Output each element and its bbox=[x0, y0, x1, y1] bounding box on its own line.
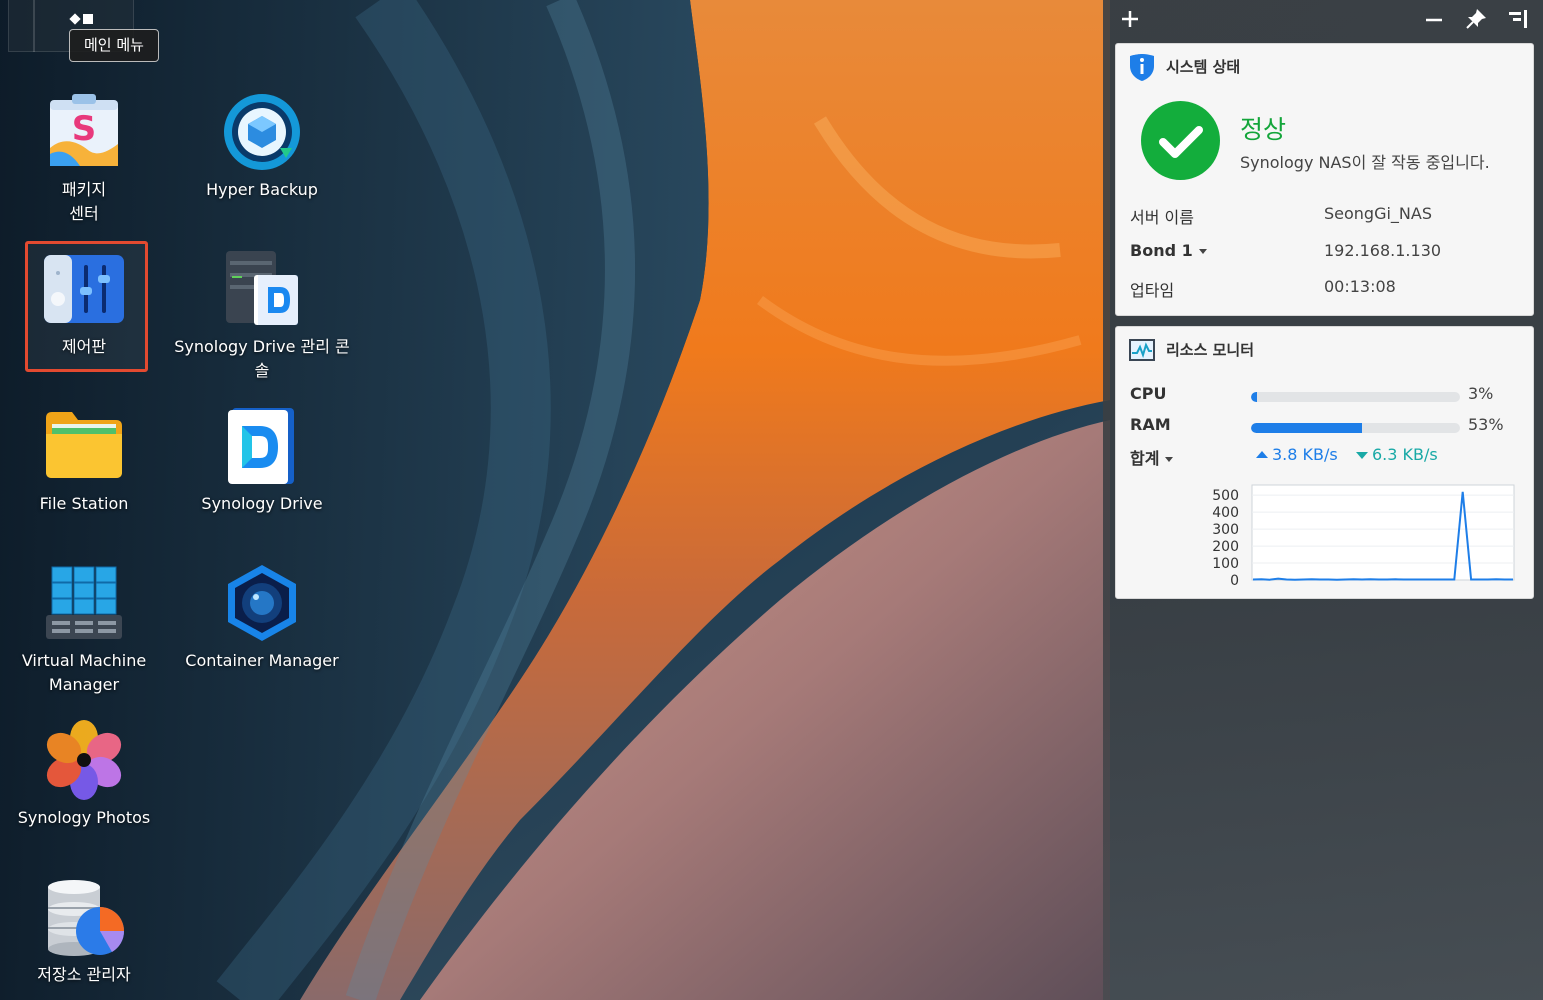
chart-y-tick-label: 400 bbox=[1212, 505, 1239, 521]
desktop-icon-label: Synology Drive bbox=[201, 494, 323, 513]
ram-usage-row: RAM 53% bbox=[1130, 415, 1530, 439]
desktop-icon-control-panel[interactable]: 제어판 bbox=[0, 249, 173, 369]
resource-monitor-widget: 리소스 모니터 CPU 3% RAM 53% 합계 3.8 KB/s 6.3 K… bbox=[1115, 326, 1534, 599]
resource-monitor-icon bbox=[1129, 339, 1155, 361]
system-status-title: 시스템 상태 bbox=[1166, 58, 1241, 76]
status-description: Synology NAS이 잘 작동 중입니다. bbox=[1240, 153, 1490, 172]
control-panel-icon bbox=[44, 255, 124, 323]
info-value: 00:13:08 bbox=[1324, 277, 1396, 296]
info-key: 업타임 bbox=[1130, 281, 1175, 300]
package-center-icon: S bbox=[50, 94, 118, 166]
chart-y-tick-label: 0 bbox=[1230, 573, 1239, 589]
cpu-usage-fill bbox=[1251, 392, 1258, 402]
network-label: 합계 bbox=[1130, 449, 1160, 468]
download-arrow-icon bbox=[1356, 452, 1368, 459]
cpu-usage-row: CPU 3% bbox=[1130, 384, 1530, 408]
file-station-icon bbox=[46, 412, 122, 478]
resource-monitor-title: 리소스 모니터 bbox=[1166, 341, 1255, 359]
network-row: 합계 3.8 KB/s 6.3 KB/s bbox=[1130, 445, 1530, 469]
upload-value: 3.8 KB/s bbox=[1272, 445, 1338, 464]
network-selector-dropdown[interactable]: 합계 bbox=[1130, 445, 1174, 469]
info-shield-icon bbox=[1130, 54, 1154, 81]
desktop-icon-vm-manager[interactable]: Virtual Machine Manager bbox=[0, 563, 173, 703]
desktop-icon-label: 패키지 센터 bbox=[61, 180, 107, 223]
info-key: 서버 이름 bbox=[1130, 208, 1194, 227]
main-menu-icon[interactable] bbox=[68, 12, 96, 28]
desktop-icon-hyper-backup[interactable]: Hyper Backup bbox=[173, 92, 351, 212]
desktop-icon-label: Container Manager bbox=[185, 651, 339, 670]
hyper-backup-icon bbox=[224, 94, 300, 170]
cpu-percent: 3% bbox=[1468, 384, 1494, 403]
pin-icon[interactable] bbox=[1463, 6, 1489, 32]
main-menu-tooltip: 메인 메뉴 bbox=[69, 29, 159, 62]
network-traffic-chart: 5004003002001000 bbox=[1212, 484, 1515, 589]
chart-y-tick-label: 300 bbox=[1212, 522, 1239, 538]
info-value: 192.168.1.130 bbox=[1324, 241, 1442, 260]
status-ok-icon bbox=[1141, 101, 1220, 180]
chart-plot-area bbox=[1251, 484, 1515, 581]
caret-down-icon bbox=[1198, 249, 1207, 254]
desktop-icon-label: Synology Drive 관리 콘솔 bbox=[174, 337, 350, 380]
checkmark-icon bbox=[1159, 126, 1203, 158]
info-row-network: Bond 1 192.168.1.130 bbox=[1130, 241, 1520, 265]
vm-manager-icon bbox=[46, 566, 122, 639]
desktop-icon-label: Hyper Backup bbox=[206, 180, 318, 199]
desktop-icon-storage-manager[interactable]: 저장소 관리자 bbox=[0, 877, 173, 997]
synology-photos-icon bbox=[46, 720, 122, 800]
ram-usage-bar bbox=[1251, 423, 1460, 433]
chart-y-tick-label: 100 bbox=[1212, 556, 1239, 572]
desktop-icon-container-manager[interactable]: Container Manager bbox=[173, 563, 351, 683]
storage-manager-icon bbox=[48, 880, 125, 956]
ram-label: RAM bbox=[1130, 415, 1171, 434]
svg-text:S: S bbox=[72, 109, 97, 149]
ram-usage-fill bbox=[1251, 423, 1362, 433]
add-widget-icon[interactable] bbox=[1117, 6, 1143, 32]
desktop-icon-synology-photos[interactable]: Synology Photos bbox=[0, 720, 173, 840]
desktop-icon-label: File Station bbox=[39, 494, 129, 513]
cpu-usage-bar bbox=[1251, 392, 1460, 402]
download-value: 6.3 KB/s bbox=[1372, 445, 1438, 464]
synology-drive-icon bbox=[228, 408, 294, 484]
container-manager-icon bbox=[228, 565, 296, 641]
minimize-icon[interactable] bbox=[1421, 6, 1447, 32]
desktop-icon-label: Virtual Machine Manager bbox=[21, 651, 147, 694]
desktop-icon-label: 저장소 관리자 bbox=[37, 965, 131, 984]
info-row-server-name: 서버 이름 SeongGi_NAS bbox=[1130, 204, 1520, 228]
chart-y-tick-label: 200 bbox=[1212, 539, 1239, 555]
desktop-icon-drive-admin-console[interactable]: Synology Drive 관리 콘솔 bbox=[173, 249, 351, 389]
drive-admin-console-icon bbox=[226, 251, 298, 325]
info-key: Bond 1 bbox=[1130, 241, 1193, 260]
status-headline: 정상 bbox=[1240, 115, 1287, 144]
desktop-icon-package-center[interactable]: S 패키지 센터 bbox=[0, 92, 173, 232]
widget-layout-icon[interactable] bbox=[1505, 6, 1531, 32]
widget-toolbar bbox=[1103, 0, 1543, 40]
upload-arrow-icon bbox=[1256, 451, 1268, 458]
ram-percent: 53% bbox=[1468, 415, 1504, 434]
upload-speed: 3.8 KB/s bbox=[1256, 445, 1338, 464]
system-status-widget: 시스템 상태 정상 Synology NAS이 잘 작동 중입니다. 서버 이름… bbox=[1115, 43, 1534, 316]
taskbar-separator bbox=[33, 0, 35, 52]
cpu-label: CPU bbox=[1130, 384, 1167, 403]
chart-y-tick-label: 500 bbox=[1212, 488, 1239, 504]
desktop-icon-file-station[interactable]: File Station bbox=[0, 406, 173, 526]
widget-panel: 시스템 상태 정상 Synology NAS이 잘 작동 중입니다. 서버 이름… bbox=[1103, 0, 1543, 1000]
info-row-uptime: 업타임 00:13:08 bbox=[1130, 277, 1520, 301]
download-speed: 6.3 KB/s bbox=[1356, 445, 1438, 464]
desktop-icon-label: Synology Photos bbox=[17, 808, 151, 827]
caret-down-icon bbox=[1165, 457, 1174, 462]
info-value: SeongGi_NAS bbox=[1324, 204, 1432, 223]
desktop-icon-label: 제어판 bbox=[61, 337, 107, 356]
network-interface-dropdown[interactable]: Bond 1 bbox=[1130, 241, 1207, 260]
desktop-icon-synology-drive[interactable]: Synology Drive bbox=[173, 406, 351, 526]
